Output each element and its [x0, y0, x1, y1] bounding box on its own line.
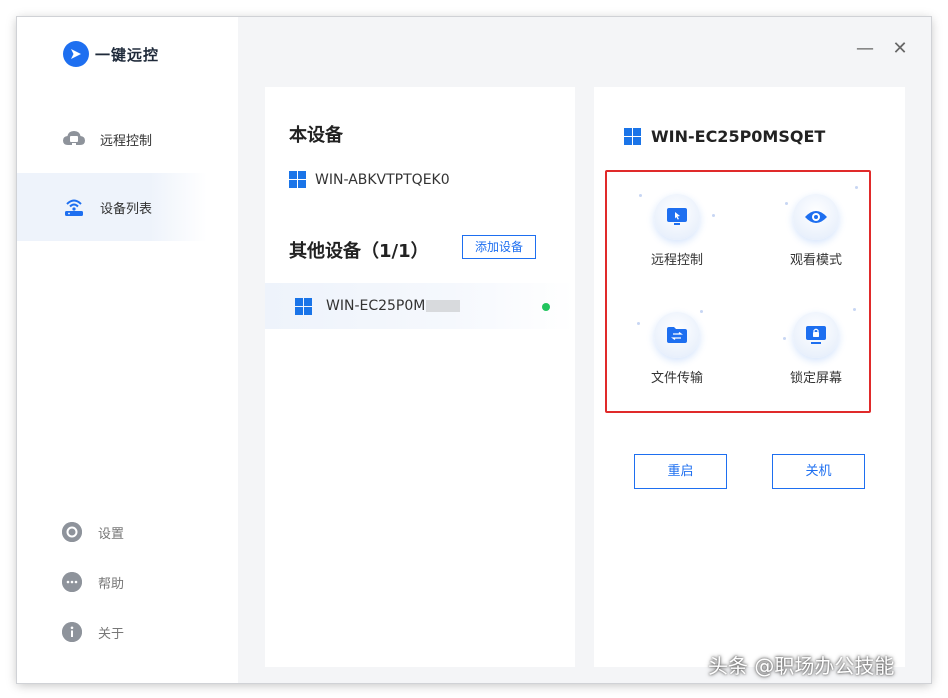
decor-dot — [853, 308, 856, 311]
settings-label: 设置 — [98, 526, 125, 542]
selected-device-name: WIN-EC25P0MSQET — [651, 127, 826, 146]
action-label: 锁定屏幕 — [789, 371, 842, 386]
close-icon: ✕ — [892, 38, 908, 59]
windows-icon — [624, 128, 641, 145]
app-window: 一键远控 远程控制 设备列表 设置 帮助 关于 — ✕ 本设备 WIN-ABKV… — [17, 17, 931, 683]
windows-icon — [295, 297, 312, 315]
this-device-title: 本设备 — [289, 125, 343, 146]
watermark-text: 头条 @职场办公技能 — [708, 654, 895, 678]
action-lock-screen[interactable]: 锁定屏幕 — [756, 312, 876, 386]
brand-name: 一键远控 — [95, 45, 160, 64]
help-label: 帮助 — [98, 576, 125, 592]
online-status-dot — [542, 303, 550, 311]
close-button[interactable]: ✕ — [890, 39, 910, 59]
nav-item-remote-control[interactable]: 远程控制 — [17, 105, 207, 173]
nav-item-label: 远程控制 — [100, 133, 153, 149]
action-remote-control[interactable]: 远程控制 — [617, 194, 737, 268]
restart-button[interactable]: 重启 — [634, 454, 727, 489]
device-detail-panel: WIN-EC25P0MSQET 远程控制 观看模式 文件传输 锁定屏幕 重启 关… — [594, 87, 905, 667]
brand-logo-icon — [63, 41, 89, 67]
action-label: 远程控制 — [650, 253, 703, 268]
device-name: WIN-EC25P0M — [326, 298, 461, 314]
this-device-name: WIN-ABKVTPTQEK0 — [315, 171, 450, 188]
action-label: 观看模式 — [789, 253, 842, 268]
add-device-button[interactable]: 添加设备 — [462, 235, 536, 259]
help-chat-icon — [62, 572, 82, 592]
device-list-panel: 本设备 WIN-ABKVTPTQEK0 其他设备（1/1） 添加设备 WIN-E… — [265, 87, 575, 667]
windows-icon — [289, 171, 306, 188]
settings-item[interactable]: 设置 — [62, 522, 124, 542]
router-wifi-icon — [62, 195, 86, 219]
about-label: 关于 — [98, 626, 125, 642]
lock-screen-icon — [793, 312, 839, 358]
help-item[interactable]: 帮助 — [62, 572, 124, 592]
minimize-button[interactable]: — — [855, 39, 875, 59]
redacted-text — [426, 300, 461, 312]
info-icon — [62, 622, 82, 642]
device-list-item[interactable]: WIN-EC25P0M — [265, 283, 575, 329]
this-device-row: WIN-ABKVTPTQEK0 — [289, 171, 450, 188]
minimize-icon: — — [856, 38, 874, 59]
action-label: 文件传输 — [650, 371, 703, 386]
selected-device-header: WIN-EC25P0MSQET — [624, 127, 825, 146]
gear-icon — [62, 522, 82, 542]
actions-highlight-box: 远程控制 观看模式 文件传输 锁定屏幕 — [605, 170, 871, 413]
nav-item-label: 设备列表 — [100, 201, 153, 217]
shutdown-button[interactable]: 关机 — [772, 454, 865, 489]
action-view-mode[interactable]: 观看模式 — [756, 194, 876, 268]
folder-transfer-icon — [654, 312, 700, 358]
eye-icon — [793, 194, 839, 240]
nav-item-device-list[interactable]: 设备列表 — [17, 173, 207, 241]
brand: 一键远控 — [63, 41, 159, 67]
action-file-transfer[interactable]: 文件传输 — [617, 312, 737, 386]
remote-control-icon — [654, 194, 700, 240]
decor-dot — [855, 186, 858, 189]
sidebar: 一键远控 远程控制 设备列表 设置 帮助 关于 — [17, 17, 238, 683]
cloud-monitor-icon — [62, 127, 86, 151]
about-item[interactable]: 关于 — [62, 622, 124, 642]
other-devices-title: 其他设备（1/1） — [289, 241, 429, 262]
